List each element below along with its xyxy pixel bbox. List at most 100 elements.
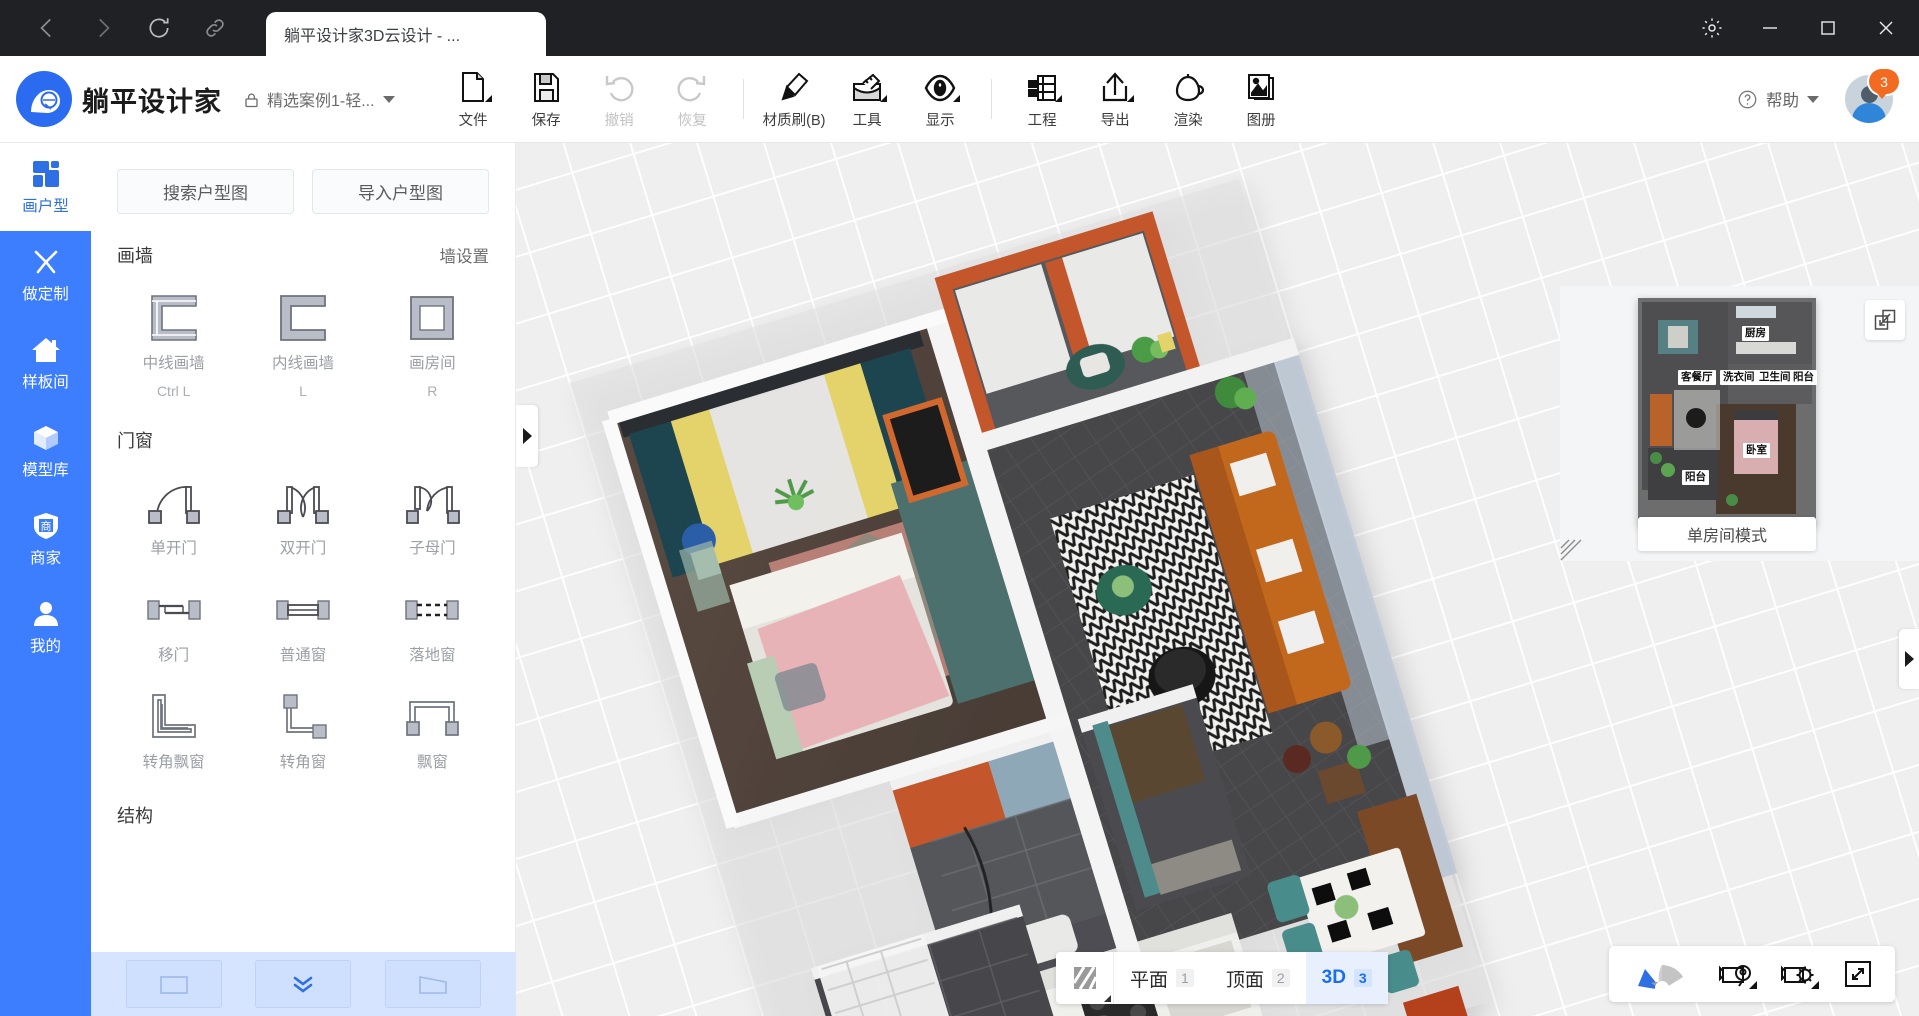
panel-item-normal-window[interactable]: 普通窗 [238, 560, 367, 667]
browser-tab-title: 躺平设计家3D云设计 - ... [284, 28, 461, 45]
dropdown-corner-icon [880, 94, 888, 102]
close-icon[interactable] [1871, 13, 1901, 43]
panel-item-label: 子母门 [409, 539, 456, 557]
house-icon [31, 335, 61, 365]
search-floorplan-button[interactable]: 搜索户型图 [117, 169, 294, 214]
sidebar-item-cube[interactable]: 模型库 [0, 407, 91, 495]
toolbar-save[interactable]: 保存 [510, 56, 583, 143]
single-room-mode-button[interactable]: 单房间模式 [1638, 517, 1816, 551]
reload-icon[interactable] [142, 11, 176, 45]
help-button[interactable]: 帮助 [1737, 87, 1819, 111]
toolbar-file[interactable]: 文件 [437, 56, 510, 143]
camera-position-button[interactable] [1719, 959, 1757, 989]
toolbar-project[interactable]: 工程 [1006, 56, 1079, 143]
avatar[interactable]: 3 [1845, 69, 1899, 123]
toolbar-brush[interactable]: 材质刷(B) [758, 56, 831, 143]
dropdown-corner-icon [1127, 94, 1135, 102]
app-header: 躺平设计家 精选案例1-轻... 文件 保存 撤销 恢复 材质刷(B) 工具 显示 工程 导出 渲… [0, 56, 1919, 143]
view-mode-tabs: 平面 1 顶面 2 3D 3 [1056, 952, 1388, 1004]
expand-minimap-icon[interactable] [1865, 300, 1905, 340]
panel-item-single-door[interactable]: 单开门 [109, 453, 238, 560]
panel-item-innerline-wall[interactable]: 内线画墙 L [238, 268, 367, 399]
panel-collapse-button[interactable] [516, 405, 538, 467]
redo-icon [676, 69, 708, 103]
sidebar-item-floorplan[interactable]: 画户型 [0, 143, 91, 231]
corner-window-icon [276, 689, 330, 745]
window-controls [1697, 0, 1919, 56]
panel-item-bay-window[interactable]: 飘窗 [368, 667, 497, 774]
panel-item-corner-bay-window[interactable]: 转角飘窗 [109, 667, 238, 774]
minimap-resize-handle[interactable] [1560, 539, 1582, 561]
right-panel-collapse-button[interactable] [1899, 629, 1919, 689]
normal-window-icon [274, 582, 332, 638]
sidebar-item-house[interactable]: 样板间 [0, 319, 91, 407]
panel-item-label: 单开门 [150, 539, 197, 557]
minimap-room-label: 卧室 [1743, 443, 1770, 458]
svg-text:商: 商 [40, 519, 51, 533]
chevron-double-down-icon [294, 976, 313, 993]
texture-icon[interactable] [1056, 952, 1114, 1004]
render-icon [1172, 69, 1205, 103]
sidebar-item-shield-shop[interactable]: 商商家 [0, 495, 91, 583]
browser-tab[interactable]: 躺平设计家3D云设计 - ... [266, 12, 546, 56]
panel-item-floor-window[interactable]: 落地窗 [368, 560, 497, 667]
panel-section-title: 门窗 [117, 430, 153, 451]
view-tab-label: 3D [1321, 967, 1346, 988]
view-tab-label: 顶面 [1225, 969, 1264, 991]
eye-icon [924, 69, 961, 103]
save-icon [531, 69, 561, 103]
fullscreen-button[interactable] [1843, 959, 1873, 989]
minimize-icon[interactable] [1755, 13, 1785, 43]
view-tab-label: 平面 [1130, 969, 1169, 991]
tab-view-ceiling[interactable]: 顶面 2 [1210, 952, 1306, 1004]
gear-icon[interactable] [1697, 13, 1727, 43]
sidebar-item-label: 样板间 [22, 373, 69, 391]
tab-view-plan[interactable]: 平面 1 [1114, 952, 1210, 1004]
import-floorplan-button[interactable]: 导入户型图 [312, 169, 489, 214]
floor-window-icon [403, 582, 461, 638]
minimap-floorplan[interactable]: 厨房 客餐厅 洗衣间 卫生间 阳台 卧室 阳台 [1638, 298, 1817, 526]
panel-item-label: 普通窗 [279, 646, 327, 664]
undo-icon [603, 69, 635, 103]
sidebar-item-user[interactable]: 我的 [0, 583, 91, 671]
brand-logo[interactable]: 躺平设计家 [0, 71, 222, 127]
panel-item-sliding-door[interactable]: 移门 [109, 560, 238, 667]
back-arrow-icon[interactable] [30, 11, 64, 45]
toolbar-eye[interactable]: 显示 [904, 56, 977, 143]
minimap-room-label: 厨房 [1742, 326, 1769, 341]
link-icon[interactable] [198, 11, 232, 45]
tab-view-3d[interactable]: 3D 3 [1305, 952, 1388, 1004]
panel-item-centerline-wall[interactable]: 中线画墙 Ctrl L [109, 268, 238, 399]
notification-badge[interactable]: 3 [1869, 69, 1899, 99]
minimap-panel[interactable]: 厨房 客餐厅 洗衣间 卫生间 阳台 卧室 阳台 单房间模式 [1560, 286, 1919, 561]
camera-settings-button[interactable] [1781, 959, 1819, 989]
panel-item-double-door[interactable]: 双开门 [238, 453, 367, 560]
compass-widget[interactable] [1631, 956, 1693, 992]
toolbar-album[interactable]: 图册 [1225, 56, 1298, 143]
toolbar-render[interactable]: 渲染 [1152, 56, 1225, 143]
minimap-svg [1638, 298, 1816, 526]
maximize-icon[interactable] [1813, 13, 1843, 43]
panel-item-label: 双开门 [279, 539, 327, 557]
toolbar-export[interactable]: 导出 [1079, 56, 1152, 143]
panel-footer [91, 952, 516, 1016]
cube-icon [32, 423, 60, 453]
structure-item-1[interactable] [125, 960, 222, 1008]
panel-item-mother-son-door[interactable]: 子母门 [368, 453, 497, 560]
panel-item-corner-window[interactable]: 转角窗 [238, 667, 367, 774]
panel-expand-button[interactable] [255, 960, 352, 1008]
project-selector[interactable]: 精选案例1-轻... [244, 87, 395, 111]
toolbar-label: 文件 [458, 112, 488, 129]
wrench-icon [32, 247, 60, 277]
panel-item-draw-room[interactable]: 画房间 R [368, 268, 497, 399]
forward-arrow-icon[interactable] [86, 11, 120, 45]
wall-settings-link[interactable]: 墙设置 [440, 243, 490, 267]
logo-icon [16, 71, 72, 127]
panel-item-grid: 中线画墙 Ctrl L 内线画墙 L 画房间 R [91, 268, 515, 399]
toolbar-toolbox[interactable]: 工具 [831, 56, 904, 143]
structure-item-2[interactable] [385, 960, 482, 1008]
3d-viewport[interactable]: 厨房 客餐厅 洗衣间 卫生间 阳台 卧室 阳台 单房间模式 平面 1 顶面 2 3D 3 [516, 143, 1919, 1016]
sidebar-item-wrench[interactable]: 做定制 [0, 231, 91, 319]
help-label: 帮助 [1766, 92, 1799, 110]
toolbar-label: 图册 [1246, 112, 1276, 129]
